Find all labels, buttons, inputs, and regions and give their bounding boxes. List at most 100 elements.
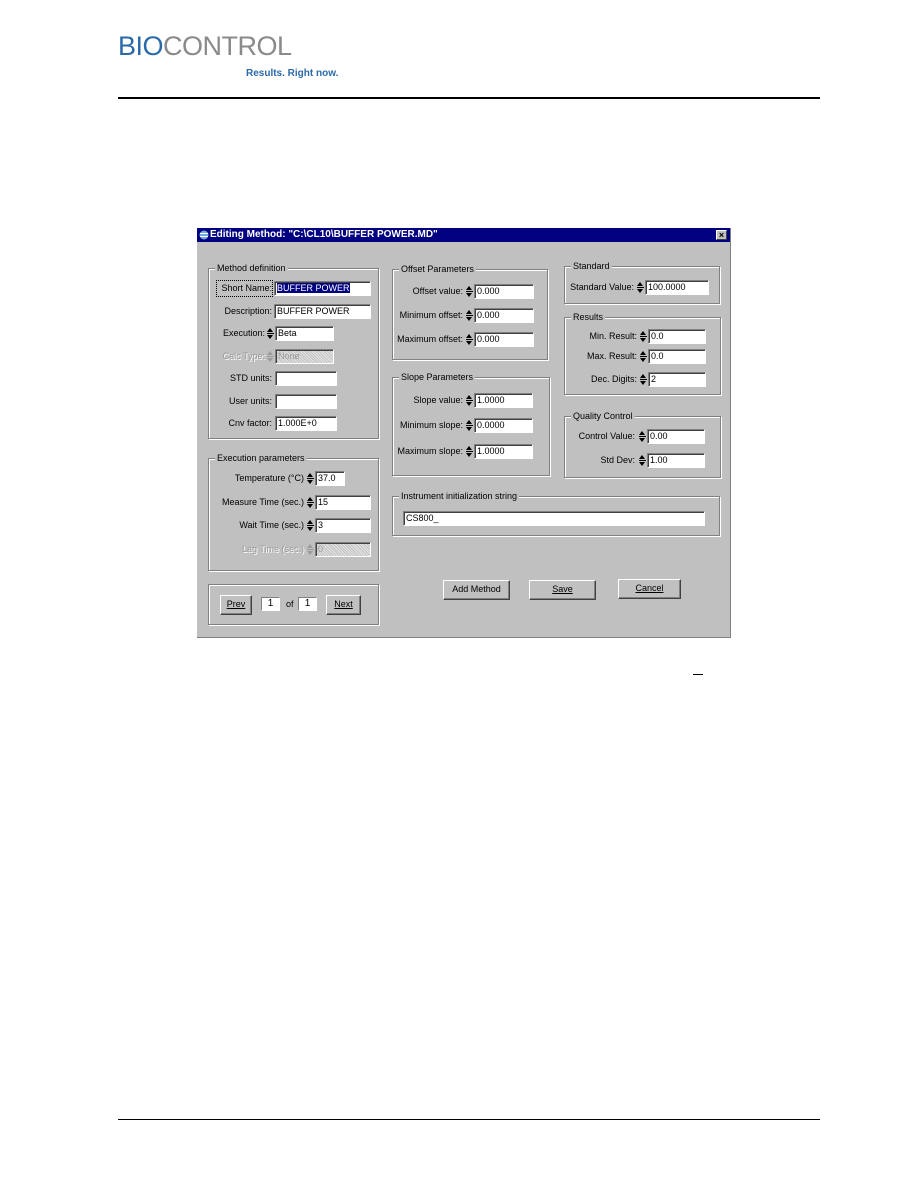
cancel-button[interactable]: Cancel	[618, 579, 681, 599]
footer-rule	[118, 1119, 820, 1120]
std-dev-input[interactable]: 1.00	[647, 453, 705, 468]
logo-part-control: CONTROL	[163, 31, 292, 61]
slope-parameters-group: Slope Parameters Slope value: 1.0000 Min…	[392, 372, 550, 476]
offset-value-spinner[interactable]	[466, 284, 473, 299]
dialog-title: Editing Method: "C:\CL10\BUFFER POWER.MD…	[210, 229, 438, 240]
tagline: Results. Right now.	[246, 68, 339, 79]
calc-type-spinner	[267, 349, 274, 364]
maximum-slope-spinner[interactable]	[466, 444, 473, 459]
execution-parameters-group: Execution parameters Temperature (°C) 37…	[208, 453, 379, 571]
minimum-offset-input[interactable]: 0.000	[474, 308, 534, 323]
minimum-offset-label: Minimum offset:	[399, 310, 463, 320]
maximum-slope-input[interactable]: 1.0000	[474, 444, 533, 459]
wait-time-input[interactable]: 3	[315, 518, 371, 533]
dec-digits-input[interactable]: 2	[648, 372, 706, 387]
minimum-offset-spinner[interactable]	[466, 308, 473, 323]
measure-time-label: Measure Time (sec.)	[221, 497, 304, 507]
standard-value-spinner[interactable]	[637, 280, 644, 295]
std-units-input[interactable]	[275, 371, 337, 386]
description-input[interactable]: BUFFER POWER	[274, 304, 371, 319]
close-button[interactable]: ×	[716, 230, 727, 240]
header-rule	[118, 97, 820, 99]
standard-value-label: Standard Value:	[570, 282, 634, 292]
prev-button[interactable]: Prev	[220, 595, 252, 615]
next-label: Next	[334, 599, 353, 609]
user-units-input[interactable]	[275, 394, 337, 409]
total-pages-field: 1	[298, 597, 317, 611]
dec-digits-spinner[interactable]	[640, 372, 647, 387]
min-result-spinner[interactable]	[640, 329, 647, 344]
temperature-input[interactable]: 37.0	[315, 471, 345, 486]
instrument-init-legend: Instrument initialization string	[399, 491, 520, 501]
save-button[interactable]: Save	[529, 580, 596, 600]
minimum-slope-spinner[interactable]	[466, 418, 473, 433]
calc-type-label: Calc Type:	[222, 351, 265, 361]
quality-control-legend: Quality Control	[571, 411, 635, 421]
slope-value-input[interactable]: 1.0000	[474, 393, 533, 408]
editing-method-dialog: Editing Method: "C:\CL10\BUFFER POWER.MD…	[197, 228, 731, 638]
wait-time-label: Wait Time (sec.)	[239, 520, 304, 530]
control-value-spinner[interactable]	[639, 429, 646, 444]
lag-time-spinner	[307, 542, 314, 557]
results-legend: Results	[571, 312, 606, 322]
min-result-input[interactable]: 0.0	[648, 329, 706, 344]
pager-group: Prev 1 of 1 Next	[208, 584, 379, 625]
instrument-init-input[interactable]: CS800_	[403, 511, 705, 526]
maximum-offset-input[interactable]: 0.000	[474, 332, 534, 347]
execution-label: Execution:	[222, 328, 265, 338]
std-dev-label: Std Dev:	[600, 455, 635, 465]
title-bar[interactable]: Editing Method: "C:\CL10\BUFFER POWER.MD…	[197, 228, 730, 242]
offset-value-input[interactable]: 0.000	[474, 284, 534, 299]
method-definition-group: Method definition Short Name: BUFFER POW…	[208, 263, 379, 439]
wait-time-spinner[interactable]	[307, 518, 314, 533]
add-method-label: Add Method	[452, 584, 501, 594]
add-method-button[interactable]: Add Method	[443, 580, 510, 600]
measure-time-input[interactable]: 15	[315, 495, 371, 510]
quality-control-group: Quality Control Control Value: 0.00 Std …	[564, 411, 721, 478]
offset-parameters-legend: Offset Parameters	[399, 264, 476, 274]
calc-type-input: None	[275, 349, 334, 364]
minimum-slope-label: Minimum slope:	[399, 420, 463, 430]
short-name-value: BUFFER POWER	[277, 283, 350, 293]
underscore-mark	[693, 674, 703, 675]
instrument-init-group: Instrument initialization string CS800_	[392, 491, 720, 536]
standard-legend: Standard	[571, 261, 612, 271]
max-result-spinner[interactable]	[640, 349, 647, 364]
prev-label: Prev	[226, 599, 246, 609]
slope-value-spinner[interactable]	[466, 393, 473, 408]
cnv-factor-input[interactable]: 1.000E+0	[275, 416, 337, 431]
slope-parameters-legend: Slope Parameters	[399, 372, 476, 382]
max-result-label: Max. Result:	[586, 351, 637, 361]
offset-value-label: Offset value:	[412, 286, 463, 296]
method-definition-legend: Method definition	[215, 263, 288, 273]
logo-part-bio: BIO	[118, 31, 164, 61]
next-button[interactable]: Next	[326, 595, 361, 615]
current-page-field[interactable]: 1	[261, 597, 280, 611]
biocontrol-logo: BIOCONTROL	[118, 33, 292, 60]
max-result-input[interactable]: 0.0	[648, 349, 706, 364]
cancel-label: Cancel	[635, 583, 664, 593]
control-value-input[interactable]: 0.00	[647, 429, 705, 444]
execution-spinner[interactable]	[267, 326, 274, 341]
execution-parameters-legend: Execution parameters	[215, 453, 307, 463]
short-name-label: Short Name:	[216, 280, 273, 297]
standard-value-input[interactable]: 100.0000	[645, 280, 709, 295]
lag-time-label: Lag Time (sec.)	[241, 544, 304, 554]
temperature-label: Temperature (°C)	[234, 473, 304, 483]
user-units-label: User units:	[228, 396, 272, 406]
execution-input[interactable]: Beta	[275, 326, 334, 341]
maximum-offset-label: Maximum offset:	[397, 334, 463, 344]
std-dev-spinner[interactable]	[639, 453, 646, 468]
save-label: Save	[552, 584, 573, 594]
temperature-spinner[interactable]	[307, 471, 314, 486]
measure-time-spinner[interactable]	[307, 495, 314, 510]
min-result-label: Min. Result:	[589, 331, 637, 341]
lag-time-input: 0	[315, 542, 371, 557]
dec-digits-label: Dec. Digits:	[590, 374, 637, 384]
cnv-factor-label: Cnv factor:	[228, 418, 272, 428]
std-units-label: STD units:	[229, 373, 272, 383]
short-name-input[interactable]: BUFFER POWER	[274, 281, 371, 296]
maximum-slope-label: Maximum slope:	[397, 446, 463, 456]
minimum-slope-input[interactable]: 0.0000	[474, 418, 533, 433]
maximum-offset-spinner[interactable]	[466, 332, 473, 347]
